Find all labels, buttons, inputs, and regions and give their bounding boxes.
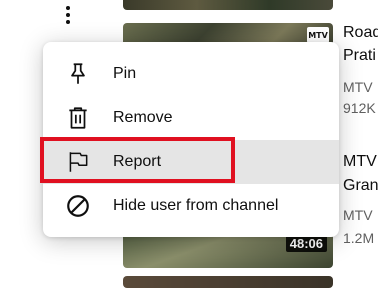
- menu-item-pin[interactable]: Pin: [43, 52, 339, 96]
- menu-item-label: Report: [113, 153, 162, 170]
- video-title[interactable]: MTV: [343, 151, 377, 173]
- channel-logo-badge: MTV: [307, 27, 329, 43]
- menu-item-remove[interactable]: Remove: [43, 96, 339, 140]
- flag-icon: [63, 147, 93, 177]
- menu-item-label: Remove: [113, 109, 173, 126]
- menu-item-label: Pin: [113, 65, 137, 82]
- video-channel[interactable]: MTV: [343, 205, 373, 225]
- comment-action-menu: Pin Remove Report Hide user from channel: [40, 42, 339, 237]
- video-views: 1.2M: [343, 230, 375, 246]
- video-duration-badge: 48:06: [285, 235, 327, 252]
- menu-item-report[interactable]: Report: [40, 137, 339, 184]
- menu-item-hide-user[interactable]: Hide user from channel: [43, 184, 339, 228]
- video-title[interactable]: Road: [343, 22, 378, 44]
- trash-icon: [63, 103, 93, 133]
- more-vert-icon-dot: [66, 20, 70, 24]
- pin-icon: [63, 59, 93, 89]
- video-views: 912K: [343, 100, 376, 116]
- more-actions-button[interactable]: [59, 2, 77, 28]
- block-icon: [63, 191, 93, 221]
- video-title-line-2[interactable]: Prati: [343, 45, 376, 67]
- more-vert-icon-dot: [66, 13, 70, 17]
- video-thumbnail[interactable]: [123, 0, 333, 10]
- more-vert-icon-dot: [66, 6, 70, 10]
- video-thumbnail[interactable]: [123, 276, 333, 288]
- menu-item-label: Hide user from channel: [113, 197, 279, 214]
- video-channel[interactable]: MTV: [343, 77, 373, 97]
- video-title-line-2[interactable]: Gran: [343, 175, 378, 197]
